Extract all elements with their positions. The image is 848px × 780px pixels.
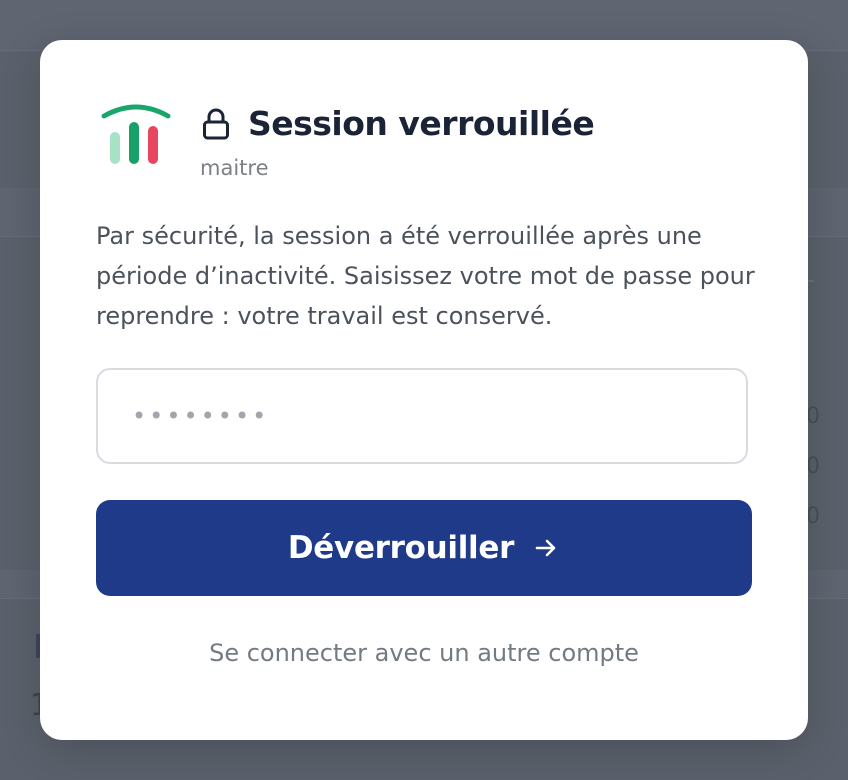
bar-chart-logo-icon (101, 104, 171, 164)
unlock-button[interactable]: Déverrouiller (96, 500, 752, 596)
lock-icon (203, 108, 229, 140)
session-locked-dialog: Session verrouillée maitre Par sécurité,… (40, 40, 808, 740)
background-row-value: 0 (806, 404, 820, 429)
unlock-button-label: Déverrouiller (287, 530, 515, 566)
username-label: maitre (200, 156, 269, 180)
password-input[interactable] (96, 368, 748, 464)
dialog-title: Session verrouillée (248, 104, 595, 143)
switch-account-link[interactable]: Se connecter avec un autre compte (96, 636, 752, 670)
arrow-right-icon (535, 539, 556, 557)
background-row-value: 0 (806, 454, 820, 479)
lock-explanation-text: Par sécurité, la session a été verrouill… (96, 222, 755, 330)
background-row-value: 0 (806, 504, 820, 529)
